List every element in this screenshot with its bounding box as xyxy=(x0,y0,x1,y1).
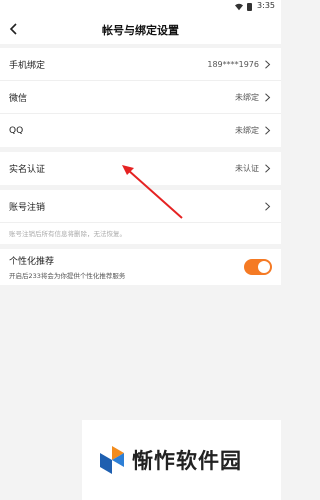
row-value: 未认证 xyxy=(235,164,259,173)
recommendation-toggle[interactable] xyxy=(244,259,272,275)
binding-group: 手机绑定 189****1976 微信 未绑定 QQ 未绑定 xyxy=(0,48,281,147)
watermark: 惭怍软件园 xyxy=(82,420,281,500)
status-time: 3:35 xyxy=(257,1,275,10)
chevron-right-icon xyxy=(265,59,271,69)
row-label: 微信 xyxy=(9,93,28,104)
page-title: 帐号与绑定设置 xyxy=(102,24,179,37)
battery-icon xyxy=(247,3,252,11)
recommendation-title: 个性化推荐 xyxy=(9,257,55,267)
phone-binding-row[interactable]: 手机绑定 189****1976 xyxy=(0,48,281,81)
qq-binding-row[interactable]: QQ 未绑定 xyxy=(0,114,281,147)
chevron-right-icon xyxy=(265,126,271,135)
status-bar: 3:35 xyxy=(0,0,281,14)
row-value: 189****1976 xyxy=(207,59,259,69)
logo-icon xyxy=(100,446,124,474)
row-label: 手机绑定 xyxy=(9,60,46,71)
chevron-right-icon xyxy=(265,164,271,173)
chevron-right-icon xyxy=(265,92,271,102)
personalized-recommendation-row: 个性化推荐 开启后233将会为你提供个性化推荐服务 xyxy=(0,249,281,285)
wifi-icon xyxy=(235,3,243,11)
watermark-text: 惭怍软件园 xyxy=(132,449,242,473)
toggle-knob xyxy=(258,261,270,273)
cancellation-hint: 账号注销后所有信息将删除，无法恢复。 xyxy=(0,223,281,244)
recommendation-description: 开启后233将会为你提供个性化推荐服务 xyxy=(9,272,126,280)
wechat-binding-row[interactable]: 微信 未绑定 xyxy=(0,81,281,114)
row-value: 未绑定 xyxy=(235,126,259,135)
row-label: QQ xyxy=(9,125,24,136)
nav-bar: 帐号与绑定设置 xyxy=(0,14,281,44)
arrow-annotation xyxy=(122,165,183,219)
chevron-right-icon xyxy=(265,201,271,211)
row-value: 未绑定 xyxy=(235,92,259,102)
